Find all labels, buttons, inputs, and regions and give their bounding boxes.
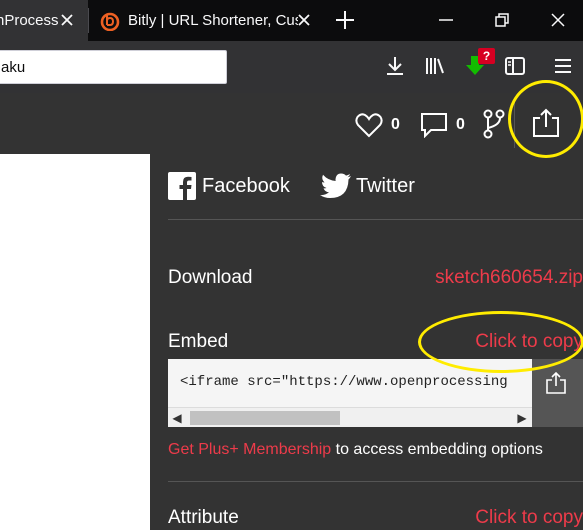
window-close-icon[interactable] [548,10,568,30]
tab-bitly[interactable]: Bitly | URL Shortener, Cus [89,0,326,41]
close-icon[interactable] [296,12,312,28]
embed-copy-link[interactable]: Click to copy [475,331,583,353]
download-link[interactable]: sketch660654.zip [435,267,583,289]
download-icon[interactable] [383,54,407,78]
plus-membership-line: Get Plus+ Membership to access embedding… [168,441,543,459]
tab-strip: nProcess Bitly | URL Shortener, Cus [0,0,583,41]
scroll-thumb[interactable] [190,411,340,425]
download-label: Download [168,267,253,288]
like-button[interactable]: 0 [355,110,400,140]
attribute-copy-link[interactable]: Click to copy [475,507,583,529]
tab-title: nProcess [0,12,59,29]
url-input[interactable] [1,57,221,77]
facebook-icon [168,172,196,200]
header-divider [514,98,515,148]
embed-copy-button[interactable] [532,359,583,407]
scroll-right-arrow[interactable]: ▶ [516,410,528,426]
heart-icon [355,113,383,138]
plus-membership-text: to access embedding options [331,441,543,458]
comments-count: 0 [456,116,465,133]
twitter-icon [320,173,351,198]
horizontal-scrollbar[interactable]: ◀ ▶ [168,407,532,427]
scroll-corner [532,407,583,427]
attribute-label: Attribute [168,507,239,528]
nav-toolbar: ? [0,41,583,93]
tab-openprocessing[interactable]: nProcess [0,0,88,41]
embed-code[interactable]: <iframe src="https://www.openprocessing [180,374,530,390]
share-icon[interactable] [532,108,560,138]
twitter-label: Twitter [356,174,415,197]
scroll-left-arrow[interactable]: ◀ [171,410,183,426]
embed-label: Embed [168,331,229,352]
library-icon[interactable] [423,54,447,78]
comment-icon [421,113,447,138]
share-panel: Facebook Twitter Download sketch660654.z… [150,154,583,530]
tab-title: Bitly | URL Shortener, Cus [128,12,298,29]
notification-badge: ? [478,48,495,64]
bitly-icon [100,12,120,31]
new-tab-icon[interactable] [334,9,356,31]
sidebar-icon[interactable] [503,54,527,78]
twitter-share-button[interactable]: Twitter [320,172,415,200]
embed-code-box[interactable]: <iframe src="https://www.openprocessing … [168,359,583,427]
copy-share-icon [546,372,566,394]
plus-membership-link[interactable]: Get Plus+ Membership [168,441,331,458]
sketch-canvas[interactable] [0,154,150,530]
url-bar[interactable] [0,50,227,84]
divider [168,481,583,482]
facebook-label: Facebook [202,174,290,197]
fork-icon[interactable] [483,109,505,139]
divider [168,219,583,220]
facebook-share-button[interactable]: Facebook [168,172,290,200]
likes-count: 0 [391,116,400,133]
sketch-header: 0 0 [0,93,583,154]
close-icon[interactable] [59,12,75,28]
minimize-icon[interactable] [436,10,456,30]
menu-icon[interactable] [551,54,575,78]
restore-icon[interactable] [492,10,512,30]
comments-button[interactable]: 0 [420,110,465,140]
